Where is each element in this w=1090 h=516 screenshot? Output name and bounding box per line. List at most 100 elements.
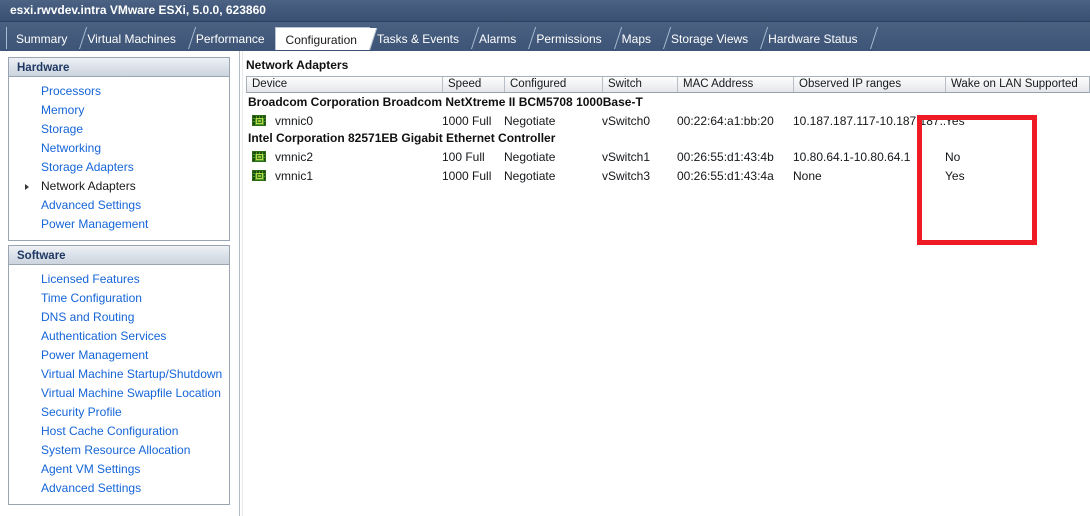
- sidebar-item-storage-adapters[interactable]: Storage Adapters: [9, 158, 229, 177]
- cell-mac: 00:22:64:a1:bb:20: [677, 112, 793, 130]
- sidebar-item-power-management[interactable]: Power Management: [9, 215, 229, 234]
- column-header-label: Switch: [608, 78, 642, 90]
- cell-text: No: [945, 149, 961, 164]
- column-header-label: Observed IP ranges: [799, 78, 902, 90]
- cell-device: vmnic1: [246, 167, 442, 185]
- cell-wol: No: [945, 148, 1090, 166]
- network-adapter-icon: [252, 169, 266, 182]
- cell-wol: Yes: [945, 112, 1090, 130]
- cell-device: vmnic0: [246, 112, 442, 130]
- column-header-speed[interactable]: Speed: [443, 77, 505, 92]
- column-header-label: Wake on LAN Supported: [951, 78, 1078, 90]
- sidebar-item-label: Agent VM Settings: [41, 462, 141, 476]
- adapter-group-header: Intel Corporation 82571EB Gigabit Ethern…: [248, 131, 556, 145]
- cell-speed: 1000 Full: [442, 167, 504, 185]
- tab-edge-right: [858, 27, 878, 49]
- cell-observed-ip: None: [793, 167, 945, 185]
- window-title-bar: esxi.rwvdev.intra VMware ESXi, 5.0.0, 62…: [0, 0, 1090, 22]
- cell-text: 1000 Full: [442, 113, 492, 128]
- column-header-observed-ip-ranges[interactable]: Observed IP ranges: [794, 77, 946, 92]
- table-row[interactable]: vmnic0 1000 Full Negotiate vSwitch0 00:22:64…: [246, 111, 1090, 130]
- sidebar-item-label: Time Configuration: [41, 291, 142, 305]
- tab-storage-views[interactable]: Storage Views: [661, 27, 769, 49]
- sidebar-item-label: Storage: [41, 122, 84, 136]
- sidebar-item-power-management[interactable]: Power Management: [9, 346, 229, 365]
- sidebar-item-advanced-settings[interactable]: Advanced Settings: [9, 196, 229, 215]
- sidebar-item-label: Licensed Features: [41, 272, 140, 286]
- sidebar-item-label: Host Cache Configuration: [41, 424, 179, 438]
- cell-configured: Negotiate: [504, 112, 602, 130]
- cell-text: vSwitch1: [602, 149, 651, 164]
- cell-switch: vSwitch3: [602, 167, 677, 185]
- sidebar-item-dns-and-routing[interactable]: DNS and Routing: [9, 308, 229, 327]
- cell-text: vmnic1: [275, 168, 314, 183]
- sidebar-item-advanced-settings[interactable]: Advanced Settings: [9, 479, 229, 498]
- sidebar-item-storage[interactable]: Storage: [9, 120, 229, 139]
- tab-label: Performance: [195, 32, 265, 46]
- sidebar-item-security-profile[interactable]: Security Profile: [9, 403, 229, 422]
- cell-text: 00:22:64:a1:bb:20: [677, 113, 774, 128]
- sidebar-item-memory[interactable]: Memory: [9, 101, 229, 120]
- tab-maps[interactable]: Maps: [612, 27, 672, 49]
- table-row[interactable]: vmnic2 100 Full Negotiate vSwitch1 00:26:55:…: [246, 147, 1090, 166]
- cell-mac: 00:26:55:d1:43:4b: [677, 148, 793, 166]
- column-header-mac-address[interactable]: MAC Address: [678, 77, 794, 92]
- tab-hardware-status[interactable]: Hardware Status: [758, 27, 878, 49]
- tab-permissions[interactable]: Permissions: [526, 27, 622, 49]
- cell-switch: vSwitch0: [602, 112, 677, 130]
- sidebar-item-virtual-machine-swapfile-location[interactable]: Virtual Machine Swapfile Location: [9, 384, 229, 403]
- tab-performance[interactable]: Performance: [186, 27, 285, 49]
- column-header-device[interactable]: Device: [247, 77, 443, 92]
- table-row[interactable]: vmnic1 1000 Full Negotiate vSwitch3 00:26:55…: [246, 166, 1090, 185]
- sidebar-item-time-configuration[interactable]: Time Configuration: [9, 289, 229, 308]
- sidebar-item-label: Authentication Services: [41, 329, 167, 343]
- column-header-configured[interactable]: Configured: [505, 77, 603, 92]
- sidebar-item-label: Power Management: [41, 348, 149, 362]
- cell-speed: 100 Full: [442, 148, 504, 166]
- tab-configuration[interactable]: Configuration: [274, 27, 378, 50]
- tab-label: Configuration: [285, 33, 357, 47]
- sidebar-item-authentication-services[interactable]: Authentication Services: [9, 327, 229, 346]
- hardware-panel: Hardware Processors Memory Storage Networki…: [8, 57, 230, 241]
- cell-text: 10.80.64.1-10.80.64.1: [793, 149, 911, 164]
- tab-alarms[interactable]: Alarms: [469, 27, 537, 49]
- sidebar-item-networking[interactable]: Networking: [9, 139, 229, 158]
- cell-text: Negotiate: [504, 113, 556, 128]
- sidebar-item-agent-vm-settings[interactable]: Agent VM Settings: [9, 460, 229, 479]
- column-header-switch[interactable]: Switch: [603, 77, 678, 92]
- tab-label: Summary: [16, 32, 68, 46]
- sidebar-item-host-cache-configuration[interactable]: Host Cache Configuration: [9, 422, 229, 441]
- sidebar-item-system-resource-allocation[interactable]: System Resource Allocation: [9, 441, 229, 460]
- cell-text: 00:26:55:d1:43:4b: [677, 149, 774, 164]
- sidebar-item-label: Network Adapters: [41, 179, 136, 193]
- network-adapters-pane: Network Adapters Device Speed Configured Sw…: [244, 51, 1090, 516]
- cell-observed-ip: 10.80.64.1-10.80.64.1: [793, 148, 945, 166]
- tab-tasks-events[interactable]: Tasks & Events: [367, 27, 480, 49]
- cell-observed-ip: 10.187.187.117-10.187.187...: [793, 112, 945, 130]
- column-header-wake-on-lan-supported[interactable]: Wake on LAN Supported: [946, 77, 1090, 92]
- table-header-row: Device Speed Configured Switch MAC Address Ob…: [246, 76, 1090, 93]
- cell-switch: vSwitch1: [602, 148, 677, 166]
- sidebar-item-label: Processors: [41, 84, 102, 98]
- cell-speed: 1000 Full: [442, 112, 504, 130]
- sidebar-item-processors[interactable]: Processors: [9, 82, 229, 101]
- network-adapter-icon: [252, 114, 266, 127]
- cell-text: vmnic2: [275, 149, 314, 164]
- sidebar-item-network-adapters[interactable]: Network Adapters: [9, 177, 229, 196]
- cell-mac: 00:26:55:d1:43:4a: [677, 167, 793, 185]
- page-title: Network Adapters: [246, 58, 349, 72]
- sidebar-item-licensed-features[interactable]: Licensed Features: [9, 270, 229, 289]
- cell-text: Yes: [945, 168, 965, 183]
- tab-summary[interactable]: Summary: [6, 27, 88, 49]
- panel-splitter[interactable]: [239, 51, 243, 516]
- adapter-group-header: Broadcom Corporation Broadcom NetXtreme …: [248, 95, 643, 109]
- tab-virtual-machines[interactable]: Virtual Machines: [77, 27, 196, 49]
- sidebar-item-label: Advanced Settings: [41, 481, 142, 495]
- network-adapters-table: Device Speed Configured Switch MAC Address Ob…: [246, 76, 1090, 185]
- software-panel: Software Licensed Features Time Configura…: [8, 245, 230, 505]
- sidebar-item-label: Power Management: [41, 217, 149, 231]
- software-panel-title: Software: [9, 246, 229, 265]
- cell-text: None: [793, 168, 822, 183]
- sidebar-item-virtual-machine-startup-shutdown[interactable]: Virtual Machine Startup/Shutdown: [9, 365, 229, 384]
- cell-text: 100 Full: [442, 149, 485, 164]
